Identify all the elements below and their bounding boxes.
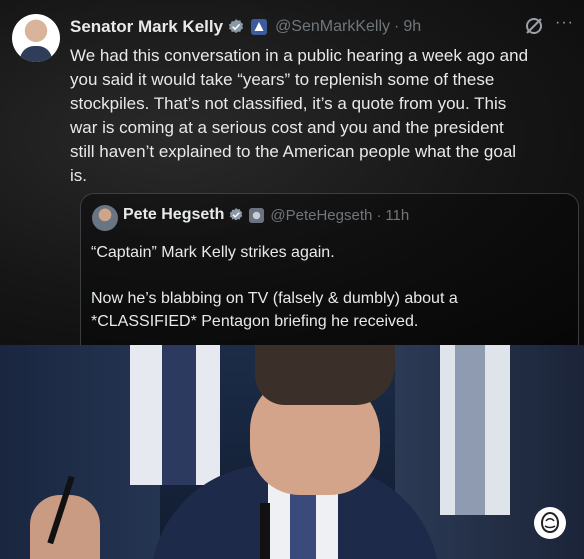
background-tie-left	[162, 345, 196, 485]
quoted-tweet[interactable]: Pete Hegseth @PeteHegseth · 11h “Captain…	[80, 193, 579, 345]
verified-badge-icon	[230, 208, 243, 221]
tweet-header: Senator Mark Kelly @SenMarkKelly · 9h	[70, 14, 421, 40]
separator-dot: ·	[394, 18, 400, 35]
background-tie-right	[455, 345, 485, 515]
quoted-tweet-text: “Captain” Mark Kelly strikes again. Now …	[91, 244, 458, 330]
tweet-panel: Senator Mark Kelly @SenMarkKelly · 9h ··…	[0, 0, 584, 345]
quoted-author-name[interactable]: Pete Hegseth	[123, 206, 224, 224]
quoted-tweet-header: Pete Hegseth @PeteHegseth · 11h	[123, 206, 409, 224]
grok-icon[interactable]	[524, 16, 544, 36]
subject-hair	[255, 345, 395, 405]
government-affiliation-icon	[251, 19, 268, 35]
tweet-text: We had this conversation in a public hea…	[70, 46, 529, 185]
author-name[interactable]: Senator Mark Kelly	[70, 17, 223, 37]
more-options-icon[interactable]: ···	[555, 14, 574, 32]
subject-tie	[290, 485, 316, 559]
separator-dot: ·	[376, 206, 382, 224]
author-handle[interactable]: @SenMarkKelly	[275, 18, 390, 36]
hearing-photo	[0, 345, 584, 559]
microphone	[260, 503, 270, 559]
rose-icon	[534, 507, 566, 539]
quoted-tweet-time[interactable]: 11h	[385, 207, 409, 224]
government-affiliation-icon	[249, 207, 265, 223]
quoted-author-handle[interactable]: @PeteHegseth	[270, 207, 372, 224]
quoted-author-avatar[interactable]	[92, 205, 118, 231]
verified-badge-icon	[228, 19, 244, 34]
author-avatar[interactable]	[12, 14, 60, 62]
tweet-time[interactable]: 9h	[403, 18, 421, 36]
